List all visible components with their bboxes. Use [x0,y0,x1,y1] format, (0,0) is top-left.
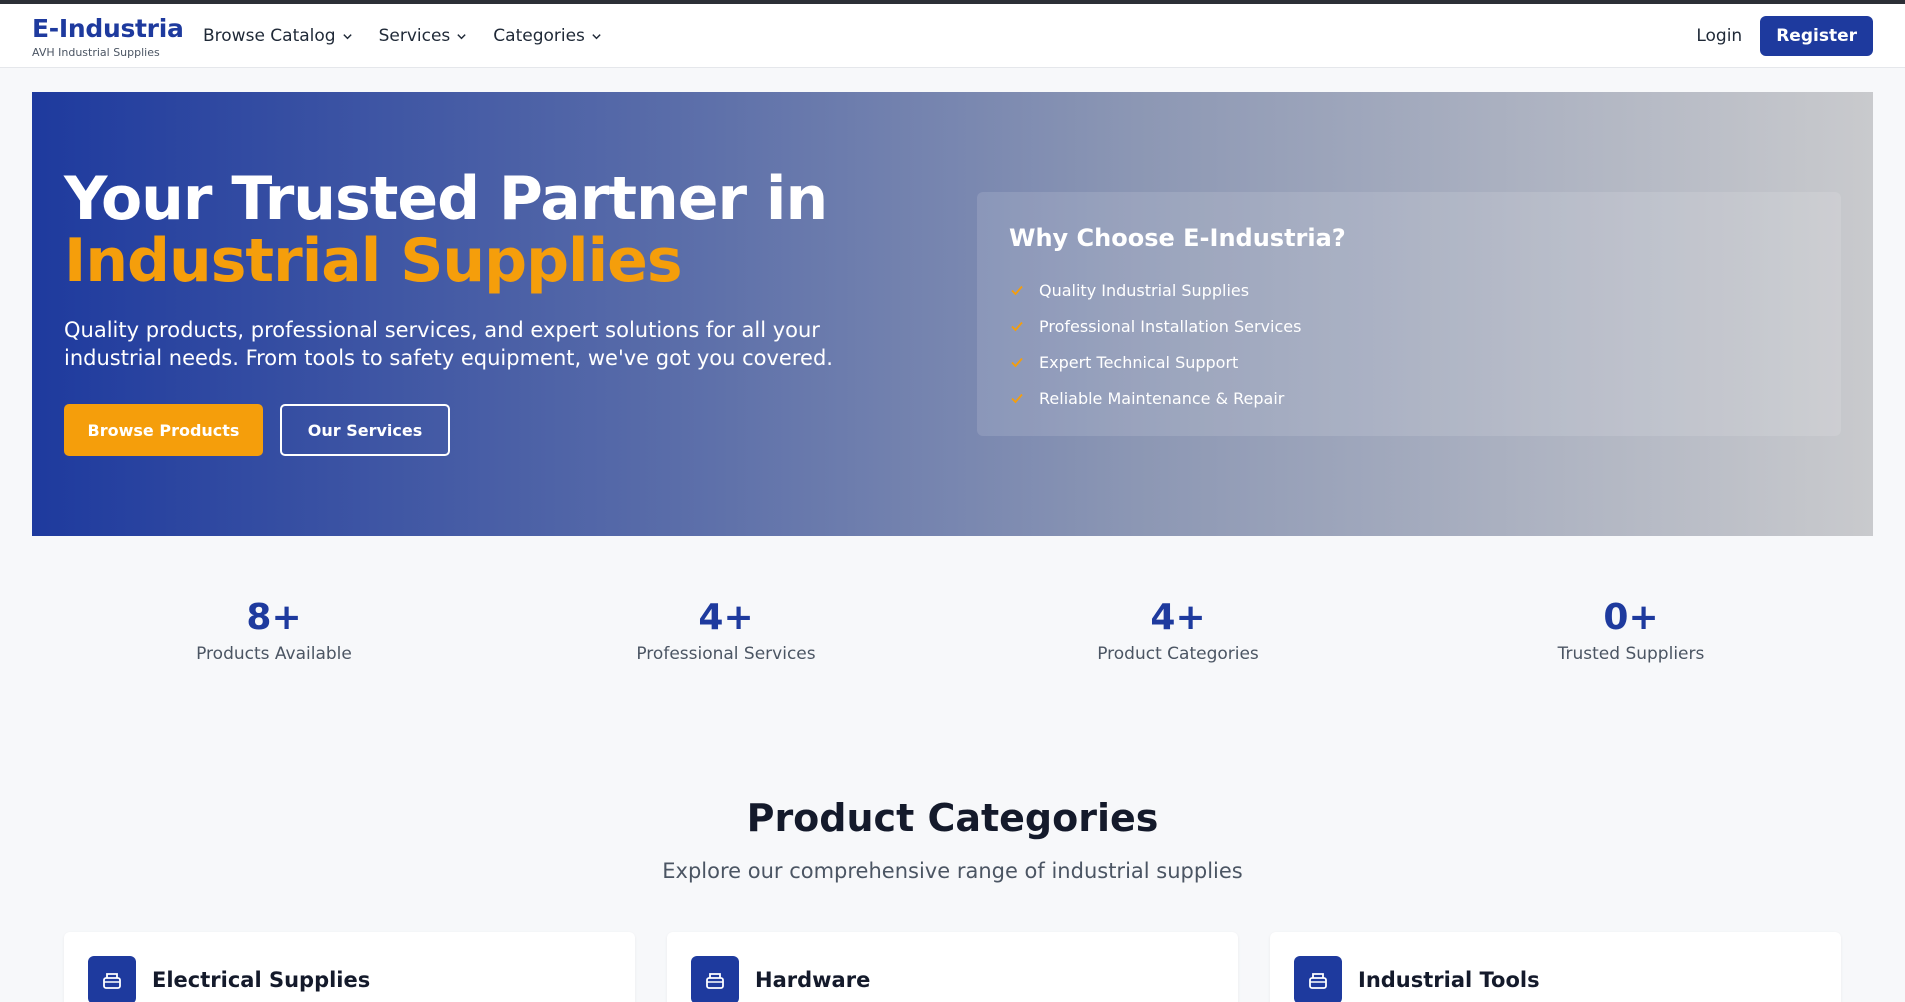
check-icon [1011,321,1023,332]
brand-logo[interactable]: E-Industria AVH Industrial Supplies [32,14,184,60]
browse-products-button[interactable]: Browse Products [64,404,263,456]
our-services-button[interactable]: Our Services [280,404,450,456]
register-button[interactable]: Register [1760,16,1873,56]
brand-name: E-Industria [32,14,184,43]
chevron-down-icon [457,33,466,39]
why-item-label: Quality Industrial Supplies [1039,280,1250,300]
category-name: Industrial Tools [1358,968,1540,992]
category-card-industrial-tools[interactable]: Industrial Tools [1270,932,1841,1002]
category-card-electrical[interactable]: Electrical Supplies [64,932,635,1002]
hero-banner: Your Trusted Partner in Industrial Suppl… [32,92,1873,536]
stat-value: 4+ [698,597,754,638]
auth-actions: Login Register [1694,16,1873,56]
brand-subtitle: AVH Industrial Supplies [32,46,160,59]
category-card-hardware[interactable]: Hardware [667,932,1238,1002]
check-icon [1011,393,1023,404]
hero-title-line1: Your Trusted Partner in [64,164,828,234]
check-icon [1011,285,1023,296]
stat-label: Professional Services [636,644,816,664]
why-choose-list: Quality Industrial Supplies Professional… [1009,272,1301,416]
chevron-down-icon [592,33,601,39]
categories-subheading: Explore our comprehensive range of indus… [662,859,1243,883]
stats-section: 8+ Products Available 4+ Professional Se… [0,596,1905,676]
login-link[interactable]: Login [1694,26,1744,46]
box-icon [691,956,739,1002]
nav-categories-label: Categories [493,26,585,46]
list-item: Quality Industrial Supplies [1009,272,1301,308]
main-nav: Browse Catalog Services Categories [203,24,602,48]
list-item: Professional Installation Services [1009,308,1301,344]
stat-services: 4+ Professional Services [556,596,896,666]
list-item: Expert Technical Support [1009,344,1301,380]
categories-heading: Product Categories [746,796,1159,840]
stat-label: Trusted Suppliers [1557,644,1705,664]
nav-browse-catalog[interactable]: Browse Catalog [203,24,353,48]
category-name: Hardware [755,968,871,992]
hero-actions: Browse Products Our Services [64,404,450,456]
why-item-label: Professional Installation Services [1039,316,1302,336]
box-icon [88,956,136,1002]
hero-title-line2: Industrial Supplies [64,226,683,296]
nav-browse-catalog-label: Browse Catalog [203,26,336,46]
nav-services-label: Services [378,26,451,46]
stat-categories: 4+ Product Categories [1008,596,1348,666]
stat-label: Product Categories [1097,644,1259,664]
nav-categories[interactable]: Categories [493,24,602,48]
stat-products: 8+ Products Available [104,596,444,666]
stat-value: 4+ [1150,597,1206,638]
stat-value: 0+ [1603,597,1659,638]
stat-label: Products Available [196,644,352,664]
why-item-label: Expert Technical Support [1039,352,1239,372]
why-choose-title: Why Choose E-Industria? [1009,224,1346,252]
category-name: Electrical Supplies [152,968,371,992]
stat-suppliers: 0+ Trusted Suppliers [1461,596,1801,666]
why-item-label: Reliable Maintenance & Repair [1039,388,1285,408]
navbar: E-Industria AVH Industrial Supplies Brow… [0,4,1905,68]
hero-title: Your Trusted Partner in Industrial Suppl… [64,164,828,296]
nav-services[interactable]: Services [379,24,468,48]
why-choose-panel: Why Choose E-Industria? Quality Industri… [977,192,1841,436]
check-icon [1011,357,1023,368]
box-icon [1294,956,1342,1002]
stat-value: 8+ [246,597,302,638]
chevron-down-icon [342,33,352,39]
hero-description: Quality products, professional services,… [64,318,833,370]
list-item: Reliable Maintenance & Repair [1009,380,1301,416]
